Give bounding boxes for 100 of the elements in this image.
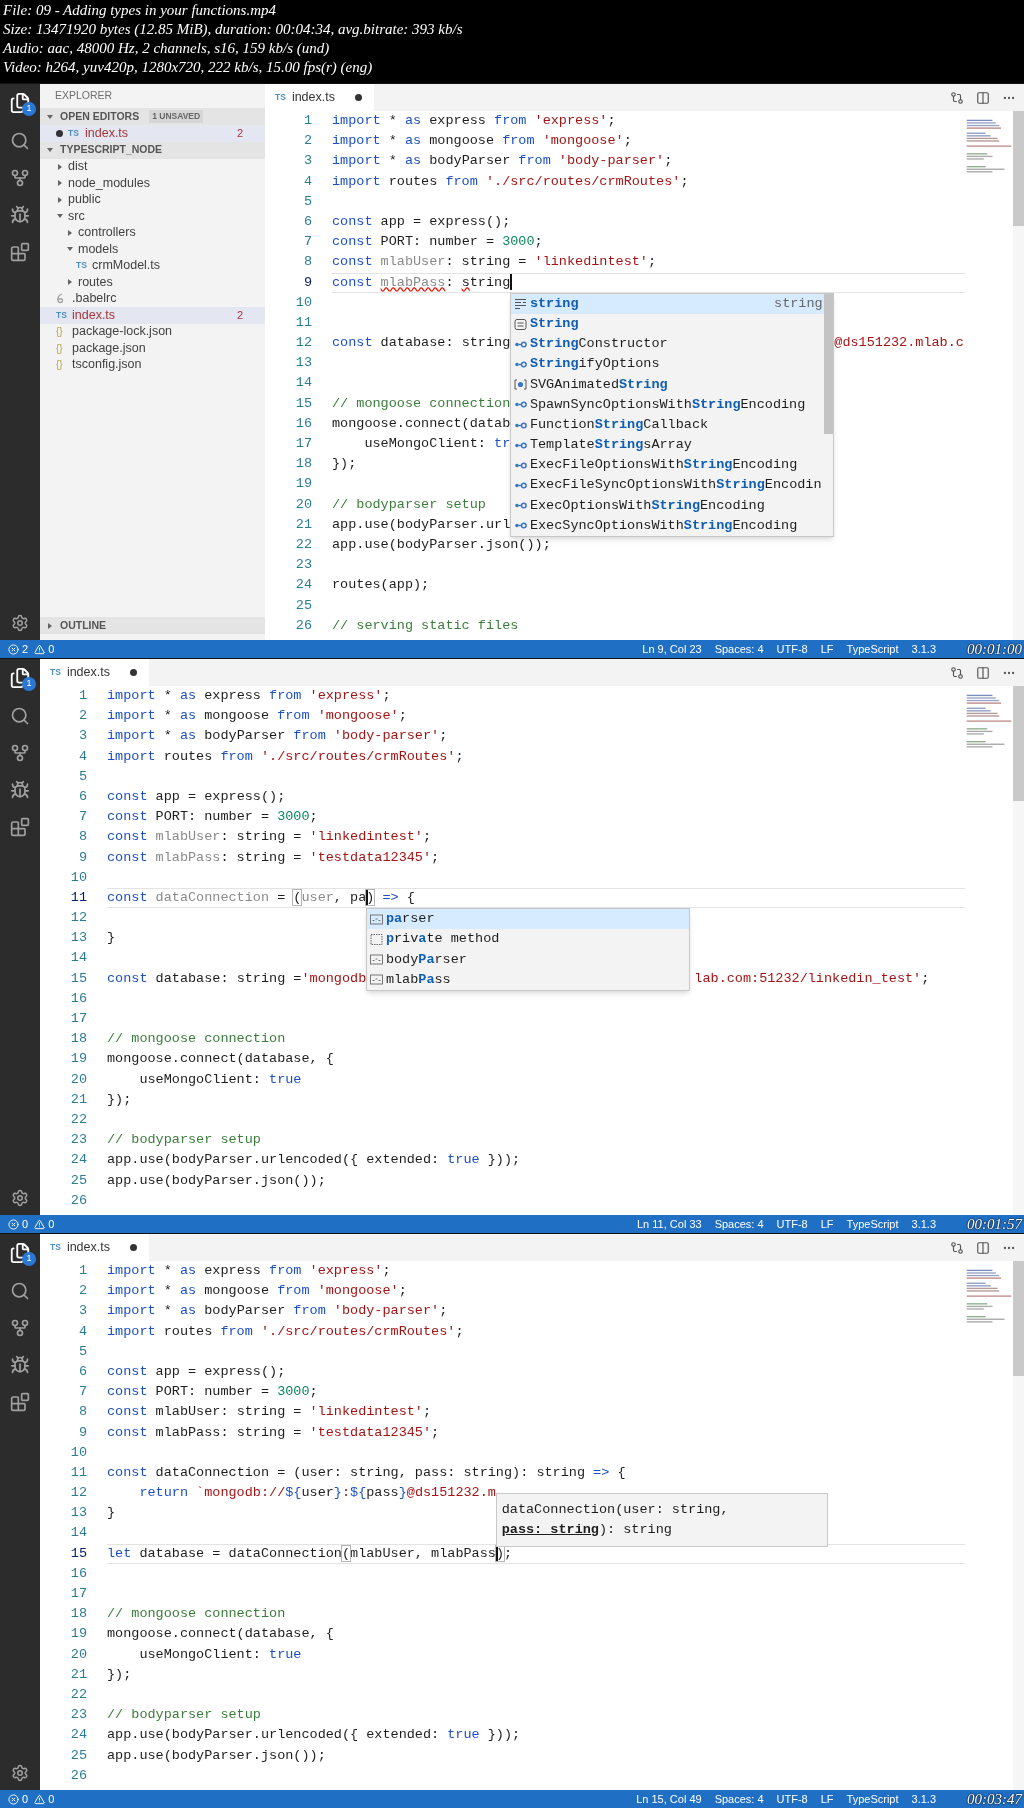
scrollbar-thumb[interactable] bbox=[1013, 111, 1024, 226]
suggestion-item[interactable]: ExecFileSyncOptionsWithStringEncodin bbox=[511, 475, 825, 496]
suggestion-item[interactable]: SpawnSyncOptionsWithStringEncoding bbox=[511, 394, 825, 415]
search-icon[interactable] bbox=[10, 1281, 30, 1301]
tree-item[interactable]: TS index.ts 2 bbox=[40, 307, 265, 324]
chevron-right-icon[interactable] bbox=[46, 621, 54, 630]
chevron-right-icon[interactable] bbox=[56, 162, 64, 171]
tree-item[interactable]: routes bbox=[40, 274, 265, 291]
warning-count[interactable]: 0 bbox=[48, 1790, 55, 1808]
warning-icon[interactable] bbox=[34, 1218, 46, 1230]
error-count[interactable]: 0 bbox=[22, 1790, 29, 1808]
branch-icon[interactable] bbox=[10, 168, 30, 188]
settings-icon[interactable] bbox=[11, 614, 29, 632]
status-item[interactable]: Spaces: 4 bbox=[714, 1790, 764, 1808]
split-editor-icon[interactable] bbox=[976, 1240, 990, 1255]
warning-icon[interactable] bbox=[34, 1793, 46, 1805]
status-item[interactable]: Ln 15, Col 49 bbox=[636, 1790, 702, 1808]
status-item[interactable]: Ln 9, Col 23 bbox=[642, 640, 702, 658]
extensions-icon[interactable] bbox=[10, 1392, 30, 1412]
tree-item[interactable]: {} package-lock.json bbox=[40, 323, 265, 340]
chevron-down-icon[interactable] bbox=[46, 112, 54, 121]
suggestion-item[interactable]: StringifyOptions bbox=[511, 354, 825, 375]
status-item[interactable]: LF bbox=[820, 640, 834, 658]
suggestion-item[interactable]: mlabPass bbox=[367, 969, 690, 990]
tree-item[interactable]: public bbox=[40, 191, 265, 208]
files-icon[interactable] bbox=[9, 1242, 31, 1264]
search-icon[interactable] bbox=[10, 706, 30, 726]
section-header[interactable]: OPEN EDITORS 1 UNSAVED bbox=[40, 108, 265, 125]
status-item[interactable]: 3.1.3 bbox=[911, 640, 936, 658]
chevron-right-icon[interactable] bbox=[56, 179, 64, 188]
extensions-icon[interactable] bbox=[10, 242, 30, 262]
tree-item[interactable]: {} tsconfig.json bbox=[40, 356, 265, 373]
branch-icon[interactable] bbox=[10, 743, 30, 763]
editor-tab[interactable]: TS index.ts bbox=[40, 1234, 149, 1261]
files-icon[interactable] bbox=[9, 92, 31, 114]
error-count[interactable]: 0 bbox=[22, 1215, 29, 1233]
files-icon[interactable] bbox=[9, 667, 31, 689]
suggestion-item[interactable]: StringConstructor bbox=[511, 334, 825, 355]
tree-item[interactable]: src bbox=[40, 208, 265, 225]
chevron-right-icon[interactable] bbox=[66, 278, 74, 287]
status-item[interactable]: LF bbox=[820, 1215, 834, 1233]
suggestion-item[interactable]: String bbox=[511, 314, 825, 335]
tree-item[interactable]: {} package.json bbox=[40, 340, 265, 357]
compare-icon[interactable] bbox=[950, 665, 964, 680]
extensions-icon[interactable] bbox=[10, 817, 30, 837]
section-header[interactable]: OUTLINE bbox=[40, 617, 265, 634]
editor-tab[interactable]: TS index.ts bbox=[40, 659, 149, 686]
tree-item[interactable]: TS crmModel.ts bbox=[40, 257, 265, 274]
error-icon[interactable] bbox=[8, 643, 19, 655]
tree-item[interactable]: models bbox=[40, 241, 265, 258]
error-icon[interactable] bbox=[8, 1218, 19, 1230]
suggestion-item[interactable]: bodyParser bbox=[367, 949, 690, 970]
bug-icon[interactable] bbox=[10, 780, 30, 800]
bug-icon[interactable] bbox=[10, 205, 30, 225]
suggestion-item[interactable]: string string bbox=[511, 293, 825, 314]
scrollbar-thumb[interactable] bbox=[824, 293, 834, 435]
search-icon[interactable] bbox=[10, 131, 30, 151]
tree-item[interactable]: dist bbox=[40, 158, 265, 175]
status-item[interactable]: TypeScript bbox=[846, 1215, 899, 1233]
status-item[interactable]: UTF-8 bbox=[776, 1790, 808, 1808]
suggestion-item[interactable]: parser bbox=[367, 909, 690, 930]
tree-item[interactable]: node_modules bbox=[40, 175, 265, 192]
scrollbar-thumb[interactable] bbox=[1013, 686, 1024, 801]
compare-icon[interactable] bbox=[950, 1240, 964, 1255]
settings-icon[interactable] bbox=[11, 1189, 29, 1207]
status-item[interactable]: Spaces: 4 bbox=[714, 1215, 764, 1233]
suggestion-item[interactable]: private method bbox=[367, 929, 690, 950]
tree-item[interactable]: .babelrc bbox=[40, 290, 265, 307]
scrollbar-thumb[interactable] bbox=[1013, 1261, 1024, 1376]
suggestion-item[interactable]: SVGAnimatedString bbox=[511, 374, 825, 395]
status-item[interactable]: UTF-8 bbox=[776, 1215, 808, 1233]
warning-count[interactable]: 0 bbox=[48, 1215, 55, 1233]
suggestion-item[interactable]: ExecSyncOptionsWithStringEncoding bbox=[511, 515, 825, 537]
status-item[interactable]: TypeScript bbox=[846, 640, 899, 658]
status-item[interactable]: UTF-8 bbox=[776, 640, 808, 658]
status-item[interactable]: Ln 11, Col 33 bbox=[637, 1215, 702, 1233]
warning-icon[interactable] bbox=[34, 643, 46, 655]
suggestion-item[interactable]: ExecFileOptionsWithStringEncoding bbox=[511, 455, 825, 476]
compare-icon[interactable] bbox=[950, 90, 964, 105]
split-editor-icon[interactable] bbox=[976, 90, 990, 105]
status-item[interactable]: LF bbox=[820, 1790, 834, 1808]
status-item[interactable]: 3.1.3 bbox=[911, 1215, 936, 1233]
chevron-right-icon[interactable] bbox=[56, 195, 64, 204]
error-count[interactable]: 2 bbox=[22, 640, 29, 658]
chevron-down-icon[interactable] bbox=[46, 146, 54, 154]
suggestion-item[interactable]: FunctionStringCallback bbox=[511, 414, 825, 436]
bug-icon[interactable] bbox=[10, 1355, 30, 1375]
status-item[interactable]: 3.1.3 bbox=[911, 1790, 936, 1808]
tree-item[interactable]: controllers bbox=[40, 224, 265, 241]
suggestion-item[interactable]: TemplateStringsArray bbox=[511, 435, 825, 456]
status-item[interactable]: Spaces: 4 bbox=[714, 640, 764, 658]
open-editor-item[interactable]: TS index.ts 2 bbox=[40, 125, 265, 142]
branch-icon[interactable] bbox=[10, 1318, 30, 1338]
warning-count[interactable]: 0 bbox=[48, 640, 55, 658]
split-editor-icon[interactable] bbox=[976, 665, 990, 680]
status-item[interactable]: TypeScript bbox=[846, 1790, 899, 1808]
suggestion-item[interactable]: ExecOptionsWithStringEncoding bbox=[511, 495, 825, 516]
error-icon[interactable] bbox=[8, 1793, 19, 1805]
editor-tab[interactable]: TS index.ts bbox=[265, 84, 374, 111]
settings-icon[interactable] bbox=[11, 1764, 29, 1782]
